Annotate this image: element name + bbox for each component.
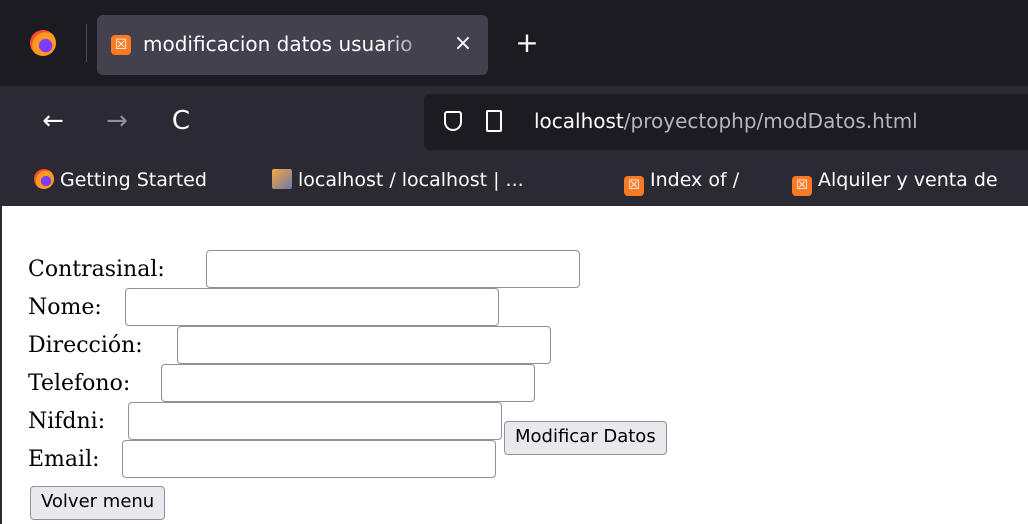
email-input[interactable]: [122, 440, 496, 478]
telefono-label: Telefono:: [28, 371, 131, 396]
nome-input[interactable]: [125, 288, 499, 326]
url-bar[interactable]: localhost/proyectophp/modDatos.html: [424, 94, 1028, 150]
tab-separator: [86, 24, 87, 62]
bookmark-index-of[interactable]: ☒ Index of /: [624, 169, 739, 196]
tab-title: modificacion datos usuario: [143, 32, 413, 56]
forward-button[interactable]: →: [100, 104, 134, 138]
url-host: localhost: [534, 109, 624, 133]
nifdni-input[interactable]: [128, 402, 502, 440]
tab-bar: ☒ modificacion datos usuario × +: [0, 0, 1028, 86]
direccion-label: Dirección:: [28, 333, 143, 358]
nifdni-label: Nifdni:: [28, 409, 106, 434]
bookmarks-toolbar: Getting Started localhost / localhost | …: [0, 158, 1028, 206]
xampp-favicon-icon: ☒: [111, 35, 131, 55]
tab-active[interactable]: ☒ modificacion datos usuario ×: [97, 15, 488, 75]
reload-button[interactable]: C: [164, 104, 198, 138]
tab-close-icon[interactable]: ×: [450, 29, 476, 59]
back-button[interactable]: ←: [36, 104, 70, 138]
firefox-menu-icon[interactable]: [30, 30, 56, 56]
modificar-datos-button[interactable]: Modificar Datos: [504, 421, 667, 455]
telefono-input[interactable]: [161, 364, 535, 402]
bookmark-alquiler[interactable]: ☒ Alquiler y venta de: [792, 169, 998, 196]
contrasinal-label: Contrasinal:: [28, 257, 165, 282]
xampp-icon: ☒: [792, 176, 812, 196]
phpmyadmin-icon: [272, 169, 292, 189]
new-tab-button[interactable]: +: [512, 28, 542, 58]
xampp-icon: ☒: [624, 176, 644, 196]
contrasinal-input[interactable]: [206, 250, 580, 288]
email-label: Email:: [28, 447, 100, 472]
bookmark-label: Getting Started: [60, 169, 207, 191]
direccion-input[interactable]: [177, 326, 551, 364]
bookmark-phpmyadmin[interactable]: localhost / localhost | ...: [272, 169, 524, 191]
url-path: /proyectophp/modDatos.html: [623, 109, 918, 133]
nome-label: Nome:: [28, 295, 102, 320]
firefox-icon: [34, 169, 54, 189]
tracking-shield-icon[interactable]: [444, 111, 462, 131]
bookmark-label: Index of /: [650, 169, 740, 191]
page-content: Contrasinal: Nome: Dirección: Telefono: …: [0, 206, 1028, 524]
bookmark-label: localhost / localhost | ...: [298, 169, 524, 191]
bookmark-getting-started[interactable]: Getting Started: [34, 169, 207, 191]
page-info-icon[interactable]: [486, 110, 502, 132]
bookmark-label: Alquiler y venta de: [818, 169, 998, 191]
volver-menu-button[interactable]: Volver menu: [30, 486, 166, 520]
navigation-bar: ← → C localhost/proyectophp/modDatos.htm…: [0, 86, 1028, 158]
url-text[interactable]: localhost/proyectophp/modDatos.html: [534, 109, 918, 133]
